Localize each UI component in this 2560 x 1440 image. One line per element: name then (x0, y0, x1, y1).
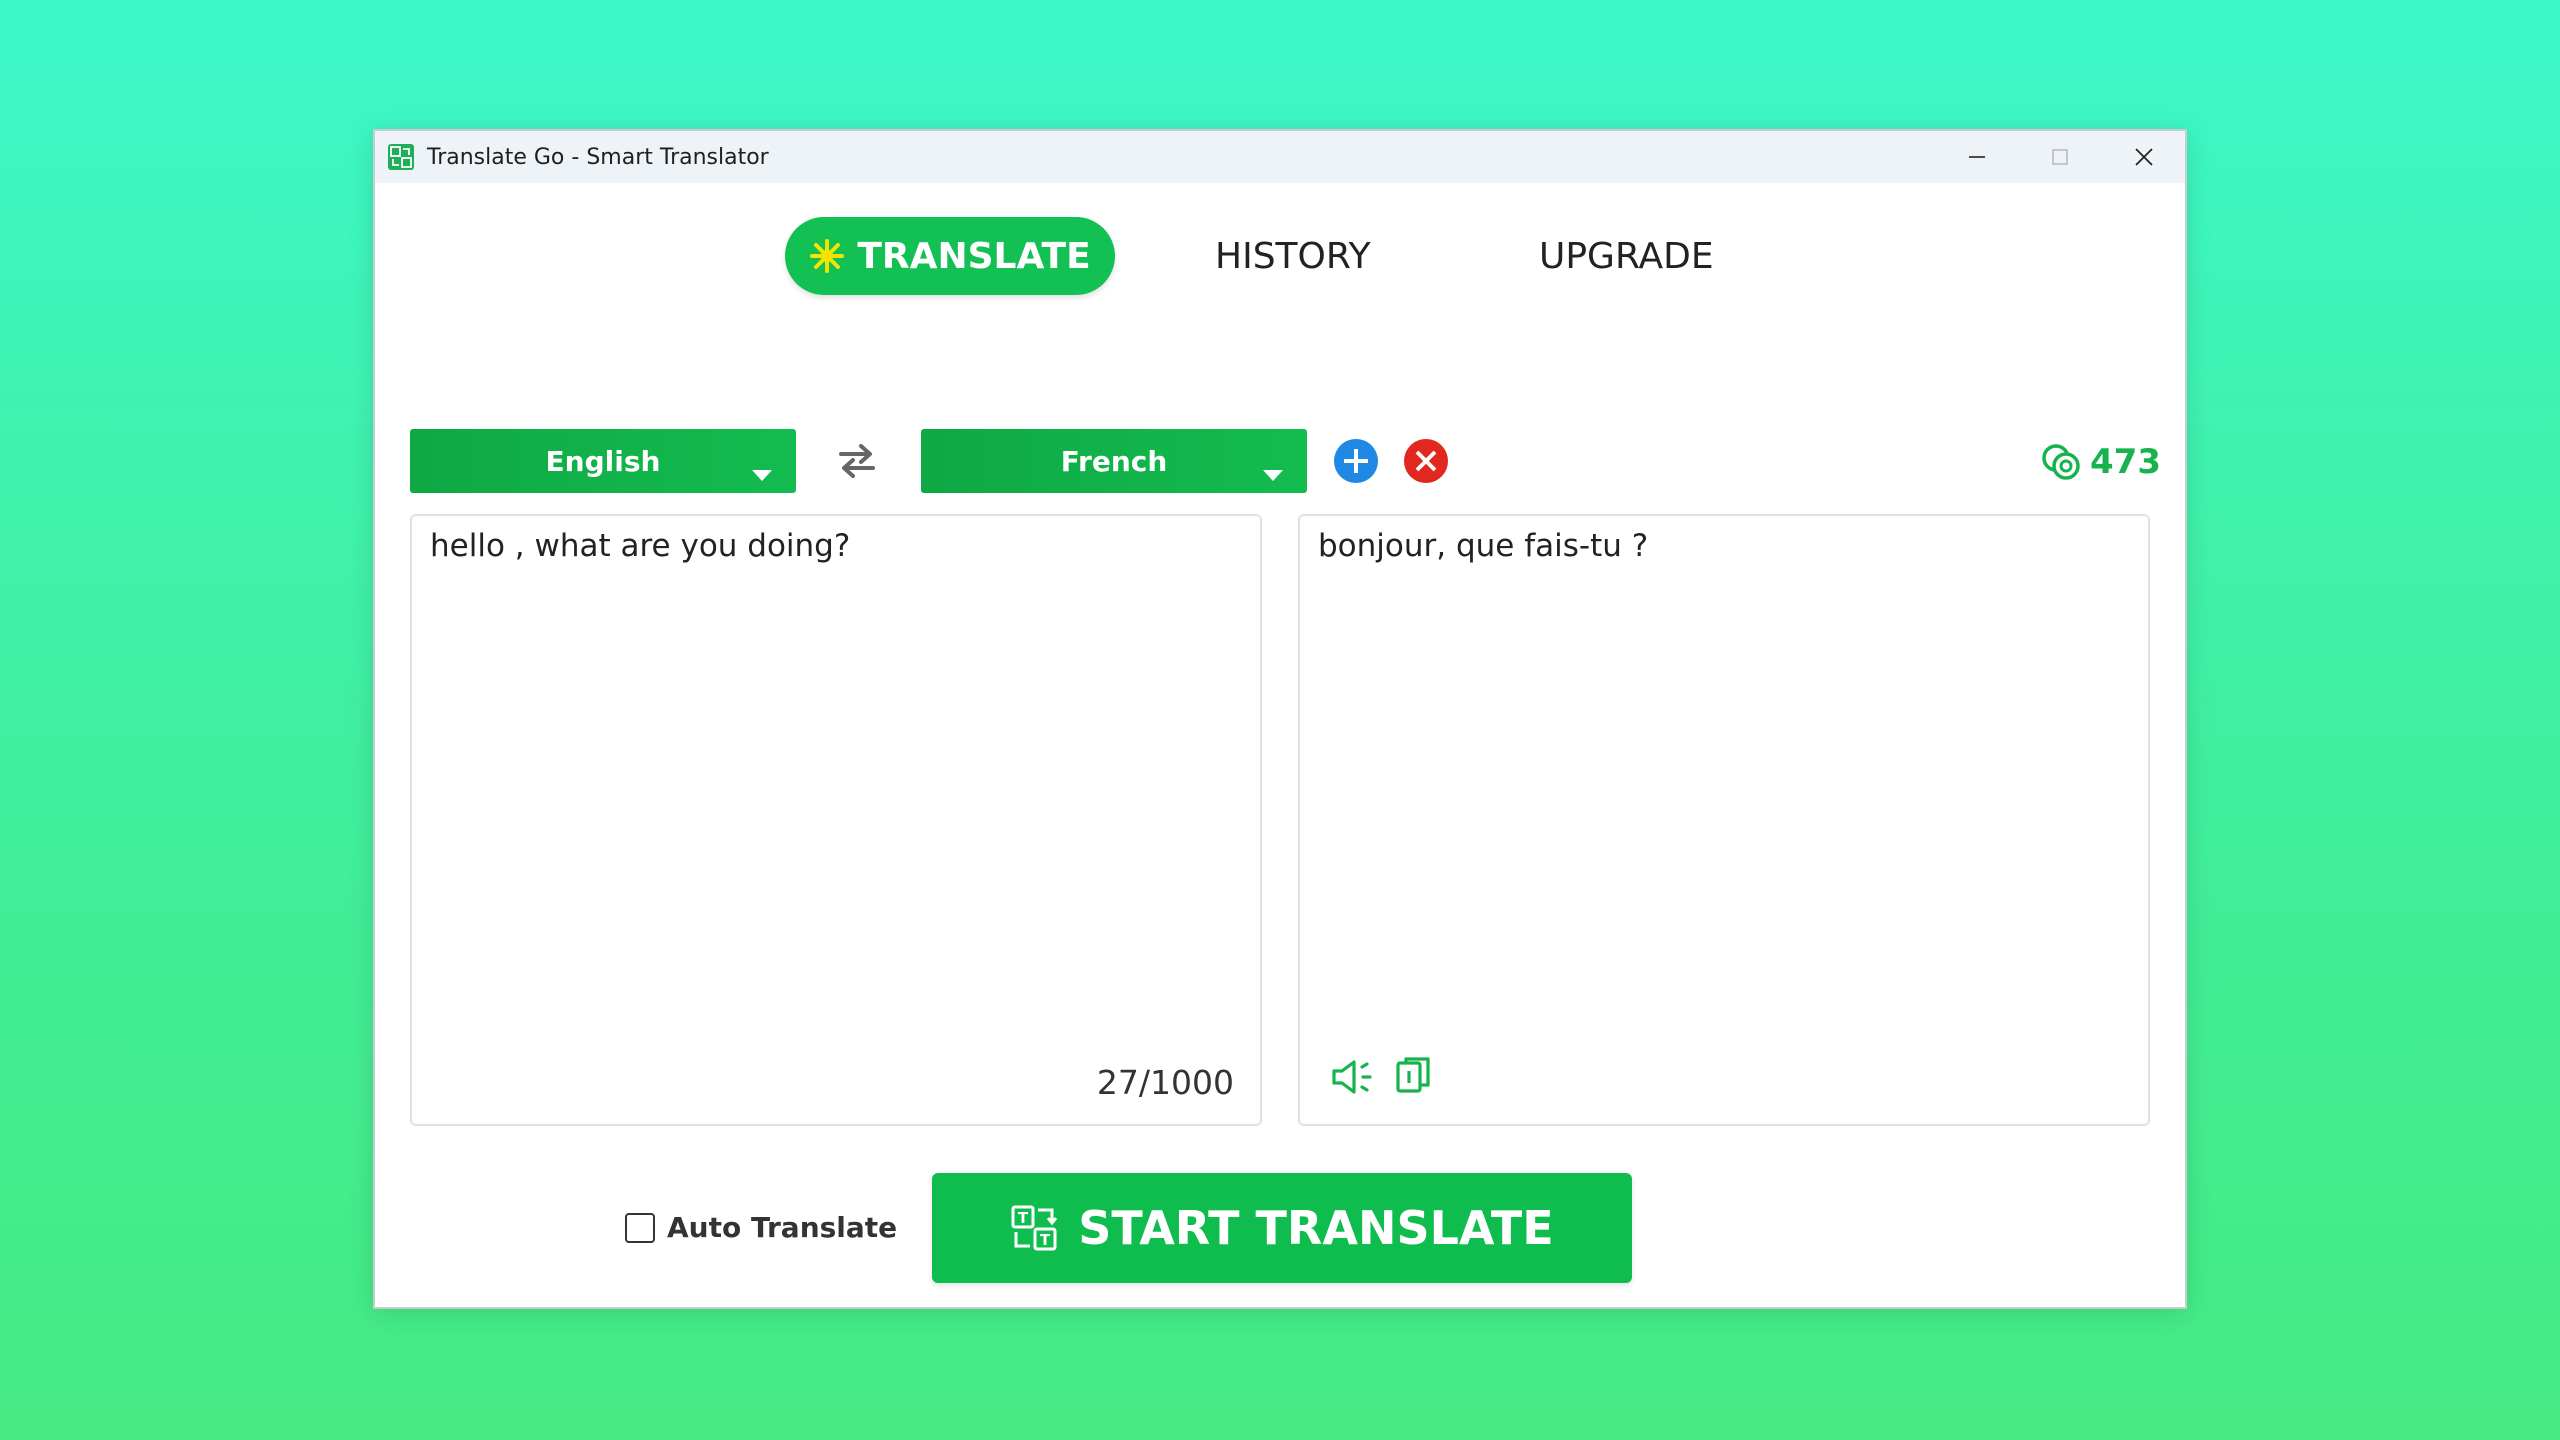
copy-icon[interactable] (1394, 1055, 1436, 1104)
target-text-panel: bonjour, que fais-tu ? (1298, 514, 2150, 1126)
source-text-input[interactable]: hello , what are you doing? (430, 528, 1242, 564)
title-bar: Translate Go - Smart Translator (375, 131, 2185, 183)
svg-text:T: T (1018, 1209, 1029, 1227)
clear-icon[interactable] (1403, 438, 1449, 489)
speaker-icon[interactable] (1330, 1057, 1376, 1102)
maximize-icon (2052, 149, 2068, 165)
tab-translate-label: TRANSLATE (857, 235, 1091, 277)
start-translate-button[interactable]: T T START TRANSLATE (932, 1173, 1632, 1283)
translate-app-icon (387, 143, 415, 171)
translate-icon: T T (1011, 1205, 1058, 1251)
minimize-button[interactable] (1935, 131, 2019, 183)
tab-history[interactable]: HISTORY (1215, 217, 1371, 295)
tab-history-label: HISTORY (1215, 235, 1371, 277)
source-language-label: English (545, 444, 661, 478)
translated-text: bonjour, que fais-tu ? (1318, 528, 1649, 564)
sparkle-icon (809, 238, 845, 274)
tab-upgrade-label: UPGRADE (1539, 235, 1714, 277)
coins-icon (2042, 444, 2080, 480)
character-count: 27/1000 (1096, 1063, 1234, 1102)
chevron-down-icon (1263, 456, 1283, 489)
auto-translate-toggle[interactable]: Auto Translate (625, 1211, 897, 1244)
window-title: Translate Go - Smart Translator (427, 145, 769, 170)
minimize-icon (1969, 156, 1985, 158)
tab-translate[interactable]: TRANSLATE (785, 217, 1115, 295)
add-language-icon[interactable] (1333, 438, 1379, 489)
close-icon (2135, 148, 2153, 166)
maximize-button[interactable] (2018, 131, 2102, 183)
auto-translate-label: Auto Translate (667, 1211, 898, 1244)
source-text-panel[interactable]: hello , what are you doing? 27/1000 (410, 514, 1262, 1126)
close-button[interactable] (2102, 131, 2186, 183)
target-language-select[interactable]: French (921, 429, 1307, 493)
credits-count: 473 (2090, 442, 2161, 482)
credits-counter: 473 (2040, 442, 2161, 482)
tab-upgrade[interactable]: UPGRADE (1539, 217, 1714, 295)
chevron-down-icon (752, 456, 772, 489)
target-language-label: French (1060, 444, 1168, 478)
swap-languages-icon[interactable] (835, 439, 879, 488)
svg-text:T: T (1040, 1231, 1051, 1249)
auto-translate-checkbox[interactable] (625, 1212, 655, 1243)
app-window: Translate Go - Smart Translator TRANSLAT… (373, 129, 2187, 1309)
source-language-select[interactable]: English (410, 429, 796, 493)
start-translate-label: START TRANSLATE (1078, 1201, 1554, 1255)
